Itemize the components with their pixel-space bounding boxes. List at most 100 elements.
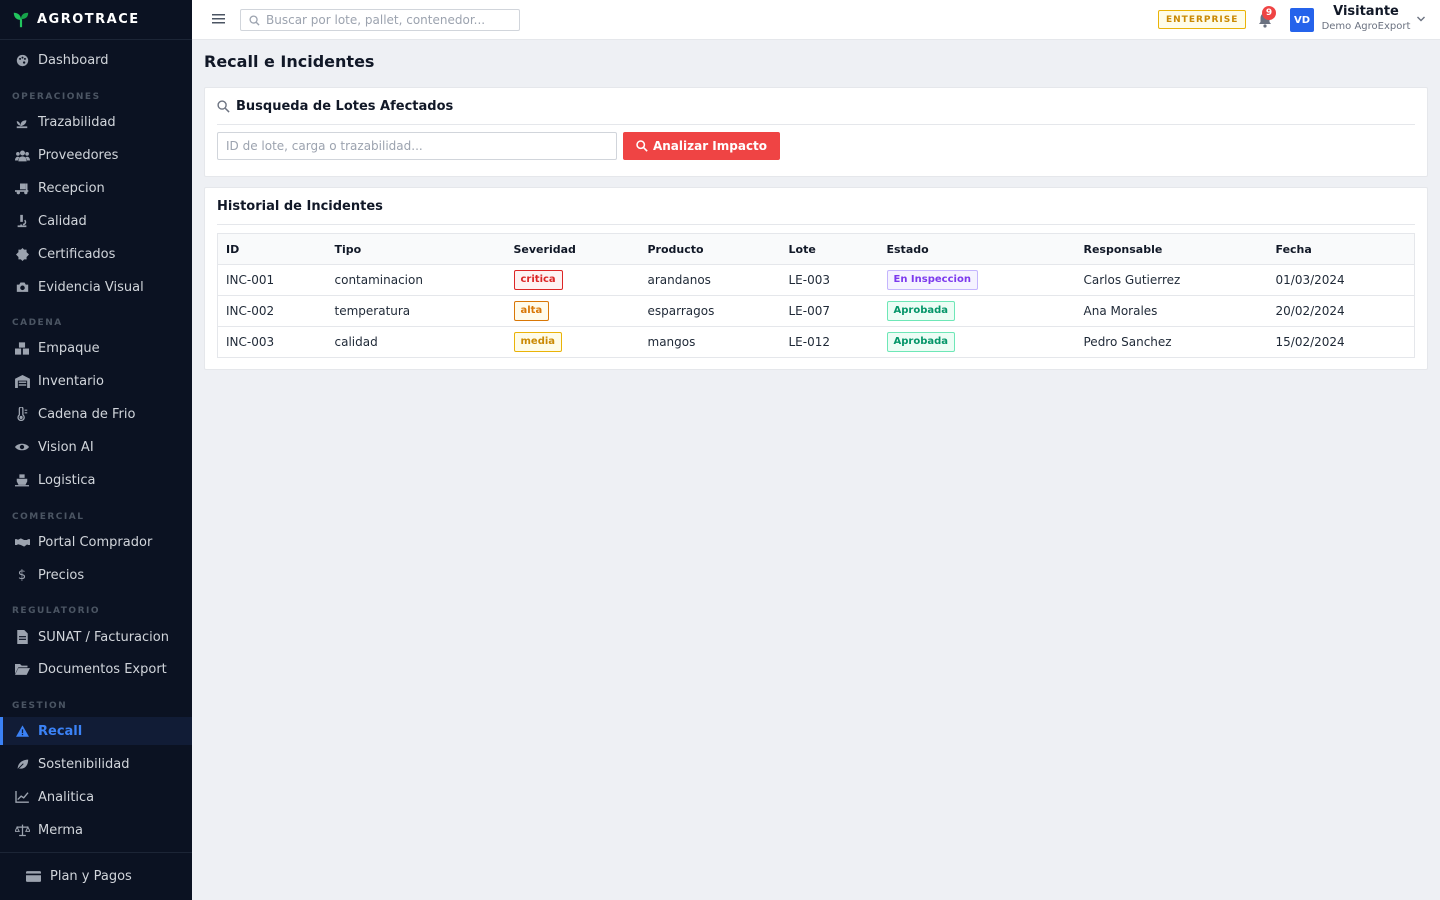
ship-icon xyxy=(14,472,30,488)
sidebar-item-empaque[interactable]: Empaque xyxy=(0,334,192,362)
chevron-down-icon[interactable] xyxy=(1416,14,1426,24)
cell-responsable: Pedro Sanchez xyxy=(1083,335,1172,349)
certificate-icon xyxy=(14,246,30,262)
cell-fecha: 20/02/2024 xyxy=(1267,295,1415,327)
avatar[interactable]: VD xyxy=(1290,8,1314,32)
cell-fecha: 15/02/2024 xyxy=(1275,335,1345,349)
user-name: Visitante xyxy=(1333,4,1399,19)
severity-badge: alta xyxy=(513,301,550,321)
notification-count-badge: 9 xyxy=(1262,6,1276,20)
status-badge: En Inspeccion xyxy=(886,270,978,290)
sidebar-item-label: Evidencia Visual xyxy=(38,279,144,295)
status-badge: Aprobada xyxy=(886,332,956,352)
sidebar-item-label: SUNAT / Facturacion xyxy=(38,629,169,645)
sidebar-item-label: Logistica xyxy=(38,472,96,488)
sidebar-item-label: Certificados xyxy=(38,246,116,262)
global-search[interactable] xyxy=(240,9,520,31)
folder-open-icon xyxy=(14,661,30,677)
sidebar-item-label: Recepcion xyxy=(38,180,105,196)
sidebar-item-certificados[interactable]: Certificados xyxy=(0,240,192,268)
sidebar-item-sunat[interactable]: SUNAT / Facturacion xyxy=(0,623,192,651)
sidebar-item-label: Cadena de Frio xyxy=(38,406,136,422)
sidebar-plan-pagos[interactable]: Plan y Pagos xyxy=(0,852,192,900)
search-icon xyxy=(636,140,648,152)
sidebar-item-inventario[interactable]: Inventario xyxy=(0,367,192,395)
incident-history-title: Historial de Incidentes xyxy=(217,199,383,214)
analyze-impact-label: Analizar Impacto xyxy=(652,139,768,153)
analyze-impact-button[interactable]: Analizar Impacto xyxy=(623,132,780,160)
column-header-tipo[interactable]: Tipo xyxy=(326,233,506,265)
search-icon xyxy=(249,14,260,26)
section-label-comercial: COMERCIAL xyxy=(12,512,85,522)
cell-estado: Aprobada xyxy=(878,295,1076,327)
column-header-severidad[interactable]: Severidad xyxy=(505,233,640,265)
sidebar-item-vision-ai[interactable]: Vision AI xyxy=(0,433,192,461)
cell-estado: En Inspeccion xyxy=(878,264,1076,296)
sidebar-item-calidad[interactable]: Calidad xyxy=(0,207,192,235)
sidebar-item-evidencia-visual[interactable]: Evidencia Visual xyxy=(0,273,192,301)
cell-responsable: Ana Morales xyxy=(1075,295,1268,327)
column-header-producto[interactable]: Producto xyxy=(639,233,781,265)
table-row[interactable]: INC-003 calidad media mangos LE-012 Apro… xyxy=(218,327,1415,358)
global-search-input[interactable] xyxy=(266,13,506,27)
cell-severidad: media xyxy=(506,327,640,358)
column-header-fecha[interactable]: Fecha xyxy=(1267,233,1415,265)
column-header-estado[interactable]: Estado xyxy=(878,233,1076,265)
sidebar-item-precios[interactable]: $ Precios xyxy=(0,561,192,589)
sidebar-item-merma[interactable]: Merma xyxy=(0,816,192,844)
sidebar-item-label: Sostenibilidad xyxy=(38,756,130,772)
sidebar-footer-label: Plan y Pagos xyxy=(50,869,132,884)
divider xyxy=(217,124,1415,125)
column-header-lote[interactable]: Lote xyxy=(780,233,879,265)
column-header-responsable[interactable]: Responsable xyxy=(1075,233,1268,265)
page-title: Recall e Incidentes xyxy=(204,52,375,71)
table-row[interactable]: INC-002 temperatura alta esparragos LE-0… xyxy=(217,295,1415,327)
sidebar-item-dashboard[interactable]: Dashboard xyxy=(0,46,192,74)
sidebar-item-logistica[interactable]: Logistica xyxy=(0,466,192,494)
hamburger-menu-icon[interactable] xyxy=(212,12,226,26)
sidebar-item-documentos-export[interactable]: Documentos Export xyxy=(0,655,192,683)
divider xyxy=(217,224,1415,225)
credit-card-icon xyxy=(26,869,42,885)
scale-balance-icon xyxy=(14,822,30,838)
sidebar-item-proveedores[interactable]: Proveedores xyxy=(0,141,192,169)
line-chart-icon xyxy=(14,789,30,805)
dollar-icon: $ xyxy=(17,567,27,583)
sidebar-item-analitica[interactable]: Analitica xyxy=(0,783,192,811)
handshake-icon xyxy=(14,534,30,550)
brand[interactable]: AGROTRACE xyxy=(0,0,192,40)
lot-search-card-title: Busqueda de Lotes Afectados xyxy=(217,99,453,114)
lot-search-title-text: Busqueda de Lotes Afectados xyxy=(236,99,454,114)
eye-icon xyxy=(14,439,30,455)
file-invoice-icon xyxy=(14,629,30,645)
cell-tipo: temperatura xyxy=(326,295,506,327)
sidebar-item-sostenibilidad[interactable]: Sostenibilidad xyxy=(0,750,192,778)
sidebar-item-recepcion[interactable]: Recepcion xyxy=(0,174,192,202)
sidebar-item-label: Merma xyxy=(38,822,83,838)
column-header-id[interactable]: ID xyxy=(217,233,327,265)
search-icon xyxy=(217,100,230,113)
sprout-logo-icon xyxy=(13,12,29,27)
sidebar-item-trazabilidad[interactable]: Trazabilidad xyxy=(0,108,192,136)
truck-loading-icon xyxy=(14,180,30,196)
sidebar-item-cadena-frio[interactable]: Cadena de Frio xyxy=(0,400,192,428)
sidebar-item-label: Proveedores xyxy=(38,147,119,163)
camera-icon xyxy=(14,279,30,295)
topbar: ENTERPRISE 9 VD Visitante Demo AgroExpor… xyxy=(192,0,1440,40)
user-menu[interactable]: Visitante Demo AgroExport xyxy=(1320,4,1412,33)
sidebar-item-label: Portal Comprador xyxy=(38,534,153,550)
sidebar-item-label: Inventario xyxy=(38,373,104,389)
cell-producto: mangos xyxy=(647,335,696,349)
cell-fecha: 01/03/2024 xyxy=(1267,264,1415,296)
cell-id: INC-001 xyxy=(217,264,327,296)
sidebar-item-portal-comprador[interactable]: Portal Comprador xyxy=(0,528,192,556)
lot-id-input[interactable] xyxy=(217,132,617,160)
sidebar-item-recall[interactable]: Recall xyxy=(0,717,192,745)
sidebar: AGROTRACE Dashboard OPERACIONES Trazabil… xyxy=(0,0,192,900)
thermometer-icon xyxy=(14,406,30,422)
table-row[interactable]: INC-001 contaminacion critica arandanos … xyxy=(217,264,1415,296)
cell-id: INC-002 xyxy=(217,295,327,327)
users-icon xyxy=(14,147,30,163)
seedling-icon xyxy=(14,114,30,130)
cell-producto: arandanos xyxy=(639,264,781,296)
